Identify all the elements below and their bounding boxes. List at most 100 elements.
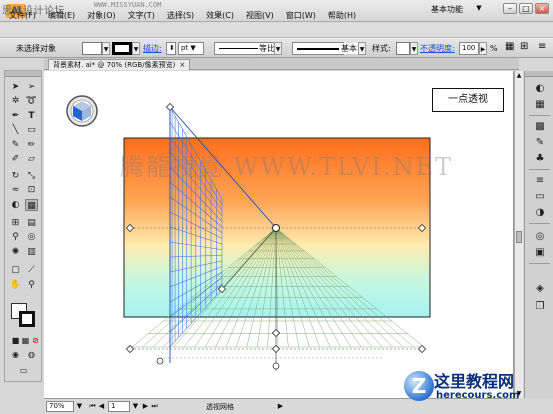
pen-icon[interactable]: ✒ [9,110,22,122]
artboard-icon[interactable]: ▢ [9,264,22,276]
stroke-icon[interactable]: ≡ [533,175,547,187]
stroke-weight-stepper[interactable]: ⬍ [166,42,176,55]
color-guide-icon[interactable]: ▦ [533,99,547,111]
pencil-icon[interactable]: ✏ [25,139,38,151]
lasso-icon[interactable]: ➰ [25,95,38,107]
blob-brush-icon[interactable]: ✐ [9,153,22,165]
stroke-link[interactable]: 描边: [143,43,162,54]
shape-builder-icon[interactable]: ◐ [9,199,22,211]
draw-normal-icon[interactable]: ◉ [9,349,22,361]
gradient-icon[interactable]: ▤ [25,217,38,229]
direct-selection-icon[interactable]: ➢ [25,81,38,93]
mesh-icon[interactable]: ⊞ [9,217,22,229]
rectangle-icon[interactable]: ▭ [25,124,38,136]
next-artboard-icon[interactable]: ▶ [141,401,150,412]
zoom-icon[interactable]: ⚲ [25,279,38,291]
color-panel-icon[interactable]: ◐ [533,83,547,95]
current-tool-label: 透视网格 [206,403,234,411]
chevron-down-icon[interactable]: ▼ [131,401,140,412]
menu-window[interactable]: 窗口(W) [280,10,322,22]
menu-select[interactable]: 选择(S) [161,10,200,22]
perspective-grid-icon[interactable]: ▦ [25,199,38,211]
chevron-down-icon[interactable]: ▼ [358,42,366,55]
selection-arrow-icon[interactable]: ➤ [9,81,22,93]
graphic-style-swatch[interactable] [396,42,410,55]
magic-wand-icon[interactable]: ✲ [9,95,22,107]
symbols-icon[interactable]: ♣ [533,153,547,165]
scroll-thumb[interactable] [516,231,522,243]
fill-swatch[interactable] [82,42,102,55]
opacity-field[interactable]: 100 [459,42,479,55]
stroke-color-box[interactable] [19,311,35,327]
symbol-sprayer-icon[interactable]: ✺ [9,246,22,258]
artboard-number-field[interactable]: 1 [108,401,130,412]
close-icon[interactable]: × [179,60,185,70]
draw-behind-icon[interactable]: ◍ [25,349,38,361]
scroll-up-icon[interactable]: ▲ [515,71,523,80]
prev-artboard-icon[interactable]: ◀ [97,401,106,412]
brushes-icon[interactable]: ✎ [533,137,547,149]
layers-icon[interactable]: ◈ [533,283,547,295]
workspace-switcher[interactable]: 基本功能 [431,4,463,15]
close-button[interactable]: × [535,3,549,14]
none-mode-icon[interactable]: ⊘ [29,335,42,347]
stroke-weight-field[interactable]: pt ▼ [178,42,204,55]
transform-icon[interactable]: ⊞ [520,41,528,52]
tab-document[interactable]: 背景素材. ai* @ 70% (RGB/像素预览) × [48,59,191,70]
menu-edit[interactable]: 编辑(E) [42,10,81,22]
warp-icon[interactable]: ≈ [9,184,22,196]
artboard-canvas[interactable]: 一点透视 腾龍視覺 WWW.TLVI.NET [44,71,514,398]
artboards-icon[interactable]: ❐ [533,301,547,313]
transparency-icon[interactable]: ◑ [533,207,547,219]
menu-view[interactable]: 视图(V) [240,10,280,22]
slice-icon[interactable]: ⟋ [25,264,38,276]
chevron-down-icon[interactable]: ▼ [75,401,84,412]
maximize-button[interactable]: □ [519,3,533,14]
minimize-button[interactable]: – [503,3,517,14]
scale-icon[interactable]: ⤡ [25,170,38,182]
menu-type[interactable]: 文字(T) [122,10,161,22]
eraser-icon[interactable]: ▱ [25,153,38,165]
panel-dock-grip[interactable] [525,71,553,77]
opacity-link[interactable]: 不透明度: [420,43,455,54]
chevron-right-icon[interactable]: ▶ [479,42,487,55]
vertical-scrollbar[interactable]: ▲ ▼ [514,71,523,398]
chevron-right-icon[interactable]: ▶ [276,401,285,412]
free-transform-icon[interactable]: ⊡ [25,184,38,196]
last-artboard-icon[interactable]: ⏭ [150,401,159,412]
selection-status: 未选择对象 [16,44,56,53]
paintbrush-icon[interactable]: ✎ [9,139,22,151]
type-icon[interactable]: T [25,110,38,122]
appearance-icon[interactable]: ◎ [533,231,547,243]
blend-icon[interactable]: ◎ [25,231,38,243]
chevron-down-icon[interactable]: ▼ [102,42,110,55]
chevron-down-icon[interactable]: ▼ [132,42,140,55]
panel-menu-icon[interactable]: ≡ [538,41,546,52]
graphic-styles-icon[interactable]: ▣ [533,247,547,259]
menu-object[interactable]: 对象(O) [81,10,122,22]
menu-help[interactable]: 帮助(H) [322,10,362,22]
stroke-swatch[interactable] [112,42,132,55]
screen-mode-icon[interactable]: ▭ [17,365,30,377]
rotate-icon[interactable]: ↻ [9,170,22,182]
menu-effect[interactable]: 效果(C) [200,10,240,22]
swatches-icon[interactable]: ▩ [533,121,547,133]
toolbar-spacer [0,22,553,38]
hand-icon[interactable]: ✋ [9,279,22,291]
first-artboard-icon[interactable]: ⏮ [88,401,97,412]
line-icon[interactable]: ╲ [9,124,22,136]
eyedropper-icon[interactable]: ⚲ [9,231,22,243]
zoom-field[interactable]: 70% [46,401,74,412]
panel-divider [529,115,550,116]
chevron-down-icon[interactable]: ▼ [274,42,282,55]
brush-definition[interactable] [292,42,344,55]
gradient-panel-icon[interactable]: ▭ [533,191,547,203]
chevron-down-icon[interactable]: ▼ [410,42,418,55]
chevron-down-icon[interactable]: ▼ [474,3,484,13]
tools-panel-grip[interactable] [5,71,41,77]
scroll-down-icon[interactable]: ▼ [515,389,523,398]
opacity-unit: % [490,44,498,53]
align-icon[interactable]: ▦ [505,41,514,52]
menu-file[interactable]: 文件(F) [3,10,42,22]
column-graph-icon[interactable]: ▥ [25,246,38,258]
